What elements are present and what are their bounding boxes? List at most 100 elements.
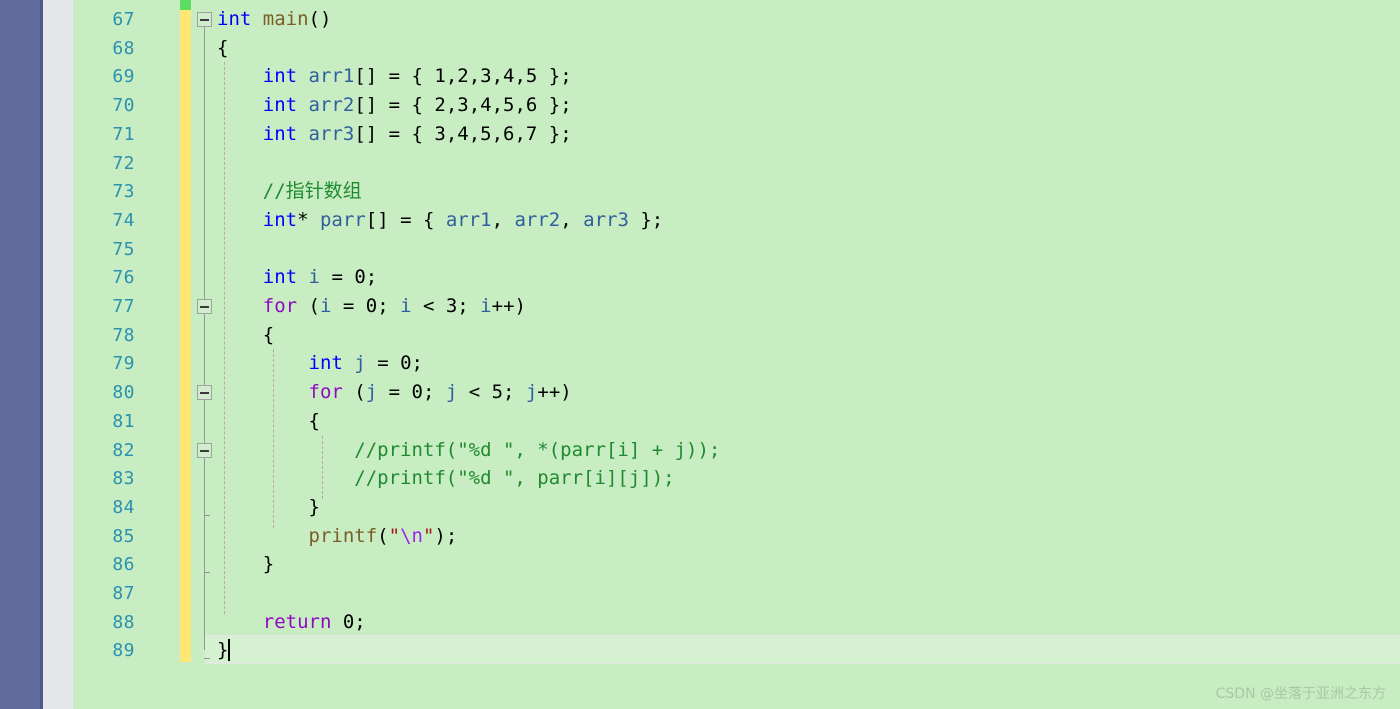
code-token: , (491, 208, 515, 231)
code-token: [] = { (365, 208, 446, 231)
code-line[interactable]: int main() (217, 5, 331, 34)
code-line[interactable]: { (217, 34, 228, 63)
code-token: = 0; (365, 352, 423, 375)
code-token: } (217, 553, 275, 576)
code-line[interactable]: return 0; (217, 608, 366, 637)
code-token: " (422, 524, 435, 547)
code-token: { (217, 323, 275, 346)
code-token: printf (308, 524, 378, 547)
code-token: { (217, 36, 229, 59)
code-token: ++) (537, 381, 572, 404)
screenshot-root: 67 68 69 70 71 72 73 74 75 76 77 78 79 80 81 82 83 84 85 86… (0, 0, 1400, 709)
code-line[interactable]: for (j = 0; j < 5; j++) (217, 378, 572, 407)
code-token: < 3; (411, 295, 481, 317)
code-line[interactable]: { (217, 407, 320, 436)
code-line[interactable]: int arr1[] = { 1,2,3,4,5 }; (217, 62, 572, 91)
code-line[interactable]: for (i = 0; i < 3; i++) (217, 292, 526, 321)
code-token: }; (628, 208, 664, 231)
code-token: [] = { 3,4,5,6,7 }; (354, 122, 572, 145)
code-token: \n (400, 524, 423, 547)
code-token: arr1 (308, 65, 355, 88)
code-text-layer[interactable]: int main(){ int arr1[] = { 1,2,3,4,5 }; … (0, 0, 1400, 709)
code-token: arr1 (445, 208, 492, 231)
code-token: * (297, 208, 320, 231)
code-token: " (388, 524, 401, 547)
code-token: j (365, 381, 378, 404)
code-token: 0; (331, 610, 366, 633)
code-token: = 0; (320, 266, 378, 289)
code-token: for (262, 295, 298, 317)
code-line[interactable]: //printf("%d ", parr[i][j]); (217, 464, 675, 493)
code-token: int (262, 122, 298, 145)
code-token: , (560, 208, 584, 231)
code-token: arr2 (514, 208, 561, 231)
code-token: ( (297, 295, 320, 317)
code-token: int (262, 65, 298, 88)
code-token: j (525, 381, 538, 404)
code-token: ); (434, 524, 458, 547)
code-token: [] = { 1,2,3,4,5 }; (354, 65, 572, 88)
code-token: { (217, 409, 320, 432)
code-token: i (308, 266, 320, 289)
code-line[interactable]: printf("\n"); (217, 522, 458, 551)
code-line[interactable]: } (217, 493, 320, 522)
code-token: arr3 (583, 208, 629, 231)
code-token: i (400, 295, 412, 317)
code-token: int (262, 266, 298, 289)
code-token: for (308, 381, 343, 404)
code-line[interactable]: int* parr[] = { arr1, arr2, arr3 }; (217, 206, 663, 235)
code-token: arr3 (308, 122, 355, 145)
code-token: < 5; (457, 381, 526, 404)
csdn-watermark: CSDN @坐落于亚洲之东方 (1215, 686, 1386, 702)
code-token: } (217, 639, 229, 662)
code-token: = 0; (331, 295, 401, 317)
code-token: j (354, 352, 366, 375)
code-line[interactable]: int j = 0; (217, 349, 423, 378)
code-line[interactable]: int i = 0; (217, 263, 377, 292)
code-token: return (262, 610, 332, 633)
code-token: j (445, 381, 458, 404)
code-line[interactable]: } (217, 550, 274, 579)
code-line[interactable]: } (217, 636, 228, 665)
code-token: //指针数组 (262, 180, 362, 203)
code-token: //printf("%d ", parr[i][j]); (354, 467, 675, 490)
code-line[interactable]: //printf("%d ", *(parr[i] + j)); (217, 436, 720, 465)
code-line[interactable]: { (217, 321, 274, 350)
code-line[interactable]: int arr3[] = { 3,4,5,6,7 }; (217, 120, 572, 149)
code-token: i (480, 295, 492, 317)
code-token: } (217, 495, 320, 518)
code-token: [] = { 2,3,4,5,6 }; (354, 94, 572, 117)
code-token: int (262, 208, 298, 231)
code-token: int (308, 352, 343, 375)
code-token: int (262, 94, 298, 117)
code-token: ( (377, 524, 389, 547)
code-line[interactable]: //指针数组 (217, 177, 362, 206)
code-token: parr (319, 208, 366, 231)
text-caret (228, 639, 230, 662)
code-token: i (319, 295, 332, 317)
code-token: () (308, 8, 332, 30)
code-token: = 0; (377, 381, 446, 404)
code-line[interactable]: int arr2[] = { 2,3,4,5,6 }; (217, 91, 572, 120)
code-token: arr2 (308, 94, 355, 117)
code-token: int (217, 8, 252, 30)
code-token: ( (342, 381, 366, 404)
